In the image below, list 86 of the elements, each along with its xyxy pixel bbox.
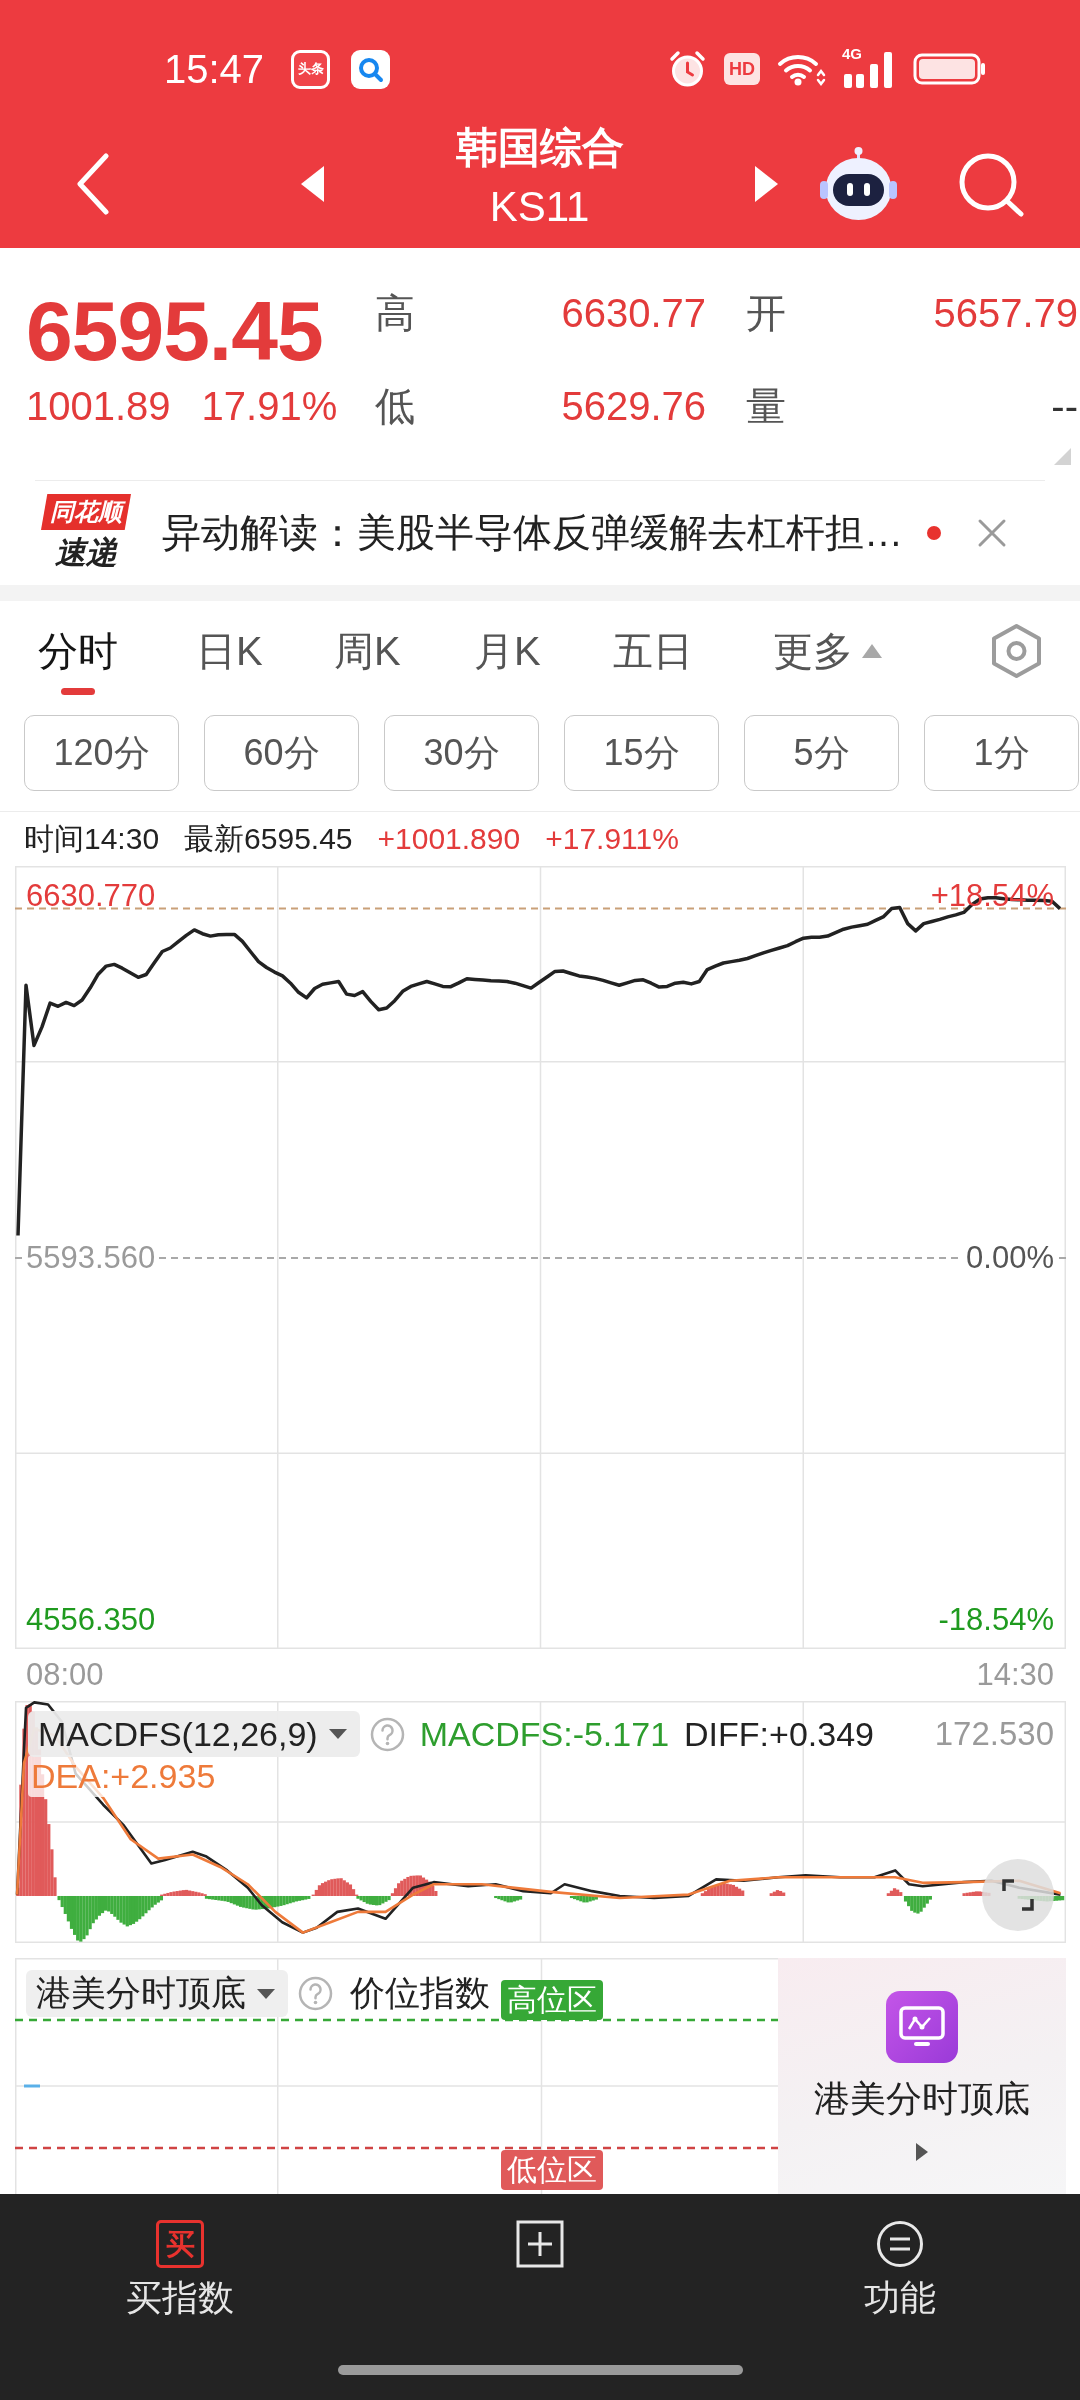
help-icon[interactable] bbox=[369, 1716, 405, 1752]
buy-tile: 买 bbox=[156, 2220, 204, 2268]
percent-axis-label: -18.54% bbox=[937, 1601, 1055, 1638]
alarm-clock-icon bbox=[668, 49, 707, 89]
bottom-nav-button[interactable]: 买 买指数 bbox=[126, 2220, 234, 2320]
positive-histogram-hump bbox=[390, 1875, 438, 1896]
hd-indicator: HD bbox=[724, 53, 760, 85]
search-app-icon bbox=[351, 49, 391, 89]
news-headline[interactable]: 异动解读：美股半导体反弹缓解去杠杆担… bbox=[162, 508, 903, 558]
indicator-promo-card[interactable]: 港美分时顶底 bbox=[778, 1958, 1066, 2194]
chart-tab[interactable]: 五日 bbox=[613, 601, 693, 701]
chart-tab[interactable]: 月K bbox=[474, 601, 541, 701]
right-triangle-icon bbox=[916, 2143, 928, 2161]
caret-up-icon bbox=[861, 643, 883, 659]
period-button[interactable]: 60分 bbox=[204, 715, 359, 791]
period-button[interactable]: 1分 bbox=[924, 715, 1079, 791]
help-icon[interactable] bbox=[298, 1976, 333, 2011]
signal-icon bbox=[842, 50, 895, 88]
stock-code: KS11 bbox=[489, 182, 590, 232]
chart-tab[interactable]: 分时 bbox=[38, 601, 118, 701]
stat-label: 低 bbox=[375, 383, 415, 430]
scale-label: 172.530 bbox=[934, 1715, 1054, 1753]
chart-tab[interactable]: 周K bbox=[334, 601, 401, 701]
close-icon[interactable] bbox=[977, 518, 1007, 548]
price-axis-label: 6630.770 bbox=[25, 878, 157, 915]
indicator-subtitle: 价位指数 bbox=[350, 1972, 490, 2014]
status-time: 15:47 bbox=[164, 46, 265, 92]
indicator-dropdown[interactable]: 港美分时顶底 bbox=[26, 1970, 288, 2017]
negative-histogram-hump bbox=[569, 1896, 598, 1903]
stat-value: 5657.79 bbox=[933, 290, 1078, 337]
right-triangle-icon[interactable] bbox=[755, 166, 778, 202]
source-logo-caption: 速递 bbox=[55, 534, 117, 572]
equals-circle-icon bbox=[876, 2220, 924, 2268]
positive-histogram-hump bbox=[769, 1890, 786, 1896]
stat-value: 6630.77 bbox=[561, 290, 706, 337]
stat-value: 5629.76 bbox=[561, 383, 706, 430]
network-type: 4G bbox=[842, 46, 862, 62]
chart-tab[interactable]: 更多 bbox=[773, 601, 883, 701]
plus-square-icon bbox=[516, 2220, 564, 2268]
stat-label: 高 bbox=[375, 290, 415, 337]
left-triangle-icon[interactable] bbox=[301, 166, 324, 202]
negative-histogram-hump bbox=[356, 1896, 391, 1906]
stat-label: 量 bbox=[746, 383, 786, 430]
time-axis-label: 08:00 bbox=[26, 1657, 104, 1693]
price-change: 1001.89 bbox=[26, 383, 171, 430]
chart-readout: +1001.890 bbox=[377, 822, 521, 856]
caret-down-icon bbox=[327, 1728, 348, 1740]
expand-icon bbox=[1000, 1877, 1036, 1913]
settings-icon[interactable] bbox=[990, 623, 1043, 679]
time-axis-label: 14:30 bbox=[976, 1657, 1054, 1693]
indicator-readout: DIFF:+0.349 bbox=[684, 1714, 874, 1754]
positive-histogram-hump bbox=[886, 1888, 903, 1896]
stat-label: 开 bbox=[746, 290, 786, 337]
low-zone-label: 低位区 bbox=[501, 2150, 603, 2190]
chart-readout: 时间14:30 bbox=[24, 820, 160, 857]
stat-value: -- bbox=[1051, 383, 1078, 430]
back-icon[interactable] bbox=[76, 153, 110, 215]
period-button[interactable]: 120分 bbox=[24, 715, 179, 791]
caret-down-icon bbox=[256, 1987, 276, 2000]
page-title: 韩国综合 bbox=[455, 123, 624, 173]
source-logo-tag: 同花顺 bbox=[41, 494, 131, 530]
percent-change: 17.91% bbox=[201, 383, 338, 430]
positive-histogram-hump bbox=[700, 1883, 745, 1896]
last-price: 6595.45 bbox=[26, 286, 323, 376]
chart-monitor-icon bbox=[886, 1991, 958, 2063]
indicator-readout: MACDFS:-5.171 bbox=[419, 1714, 670, 1754]
app-notification: 头条 bbox=[291, 49, 331, 89]
chart-readout: 最新6595.45 bbox=[184, 820, 353, 857]
negative-histogram-hump bbox=[494, 1896, 523, 1903]
positive-histogram-hump bbox=[311, 1878, 359, 1896]
chart-readout: +17.911% bbox=[545, 822, 679, 856]
indicator-segment bbox=[24, 2084, 40, 2088]
price-axis-label: 4556.350 bbox=[25, 1601, 157, 1638]
negative-histogram-hump bbox=[903, 1896, 932, 1914]
indicator-dropdown[interactable]: MACDFS(12,26,9) bbox=[28, 1711, 360, 1757]
bottom-nav-button[interactable]: 功能 bbox=[864, 2220, 936, 2320]
bottom-nav-button[interactable] bbox=[516, 2220, 564, 2268]
promo-title: 港美分时顶底 bbox=[814, 2077, 1030, 2121]
positive-histogram-hump bbox=[160, 1889, 207, 1896]
period-button[interactable]: 15分 bbox=[564, 715, 719, 791]
high-zone-label: 高位区 bbox=[501, 1980, 603, 2020]
robot-icon[interactable] bbox=[818, 146, 899, 222]
period-button[interactable]: 5分 bbox=[744, 715, 899, 791]
period-button[interactable]: 30分 bbox=[384, 715, 539, 791]
battery-icon bbox=[913, 53, 987, 85]
chart-tab[interactable]: 日K bbox=[196, 601, 263, 701]
